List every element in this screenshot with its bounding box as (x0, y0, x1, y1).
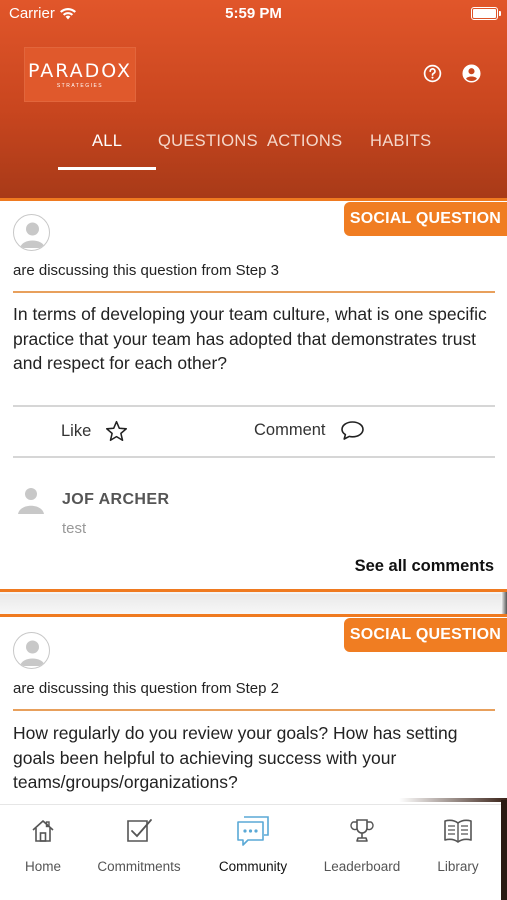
edge-shadow (501, 592, 507, 614)
nav-home-label: Home (24, 859, 61, 874)
avatar (13, 214, 50, 251)
tab-habits[interactable]: HABITS (370, 132, 431, 151)
post-card: SOCIAL QUESTION are discussing this ques… (0, 614, 507, 804)
question-text: How regularly do you review your goals? … (13, 723, 458, 792)
edge-shadow (399, 798, 507, 802)
tab-all[interactable]: ALL (92, 132, 122, 151)
divider (13, 709, 495, 711)
divider (13, 456, 495, 458)
bottom-navigation: Home Commitments Community Leaderboard L… (0, 804, 507, 900)
filter-tabs: ALL QUESTIONS ACTIONS HABITS (0, 132, 507, 172)
speech-bubble-icon (340, 421, 364, 440)
social-question-badge: SOCIAL QUESTION (343, 618, 507, 652)
book-icon (443, 815, 473, 847)
like-button[interactable]: Like (61, 420, 128, 442)
logo-text: PARADOX (27, 60, 133, 82)
chat-bubbles-icon (236, 815, 270, 847)
divider (13, 291, 495, 293)
tab-questions[interactable]: QUESTIONS (158, 132, 258, 151)
app-header: Carrier 5:59 PM PARADOX STRATEGIES ALL Q… (0, 0, 507, 198)
edge-shadow (501, 800, 507, 900)
nav-leaderboard-label: Leaderboard (323, 859, 401, 874)
divider (13, 405, 495, 407)
status-bar: Carrier 5:59 PM (0, 0, 507, 28)
nav-library[interactable]: Library (403, 805, 507, 874)
clock: 5:59 PM (225, 5, 282, 22)
nav-commitments-label: Commitments (97, 859, 181, 874)
tab-actions[interactable]: ACTIONS (267, 132, 342, 151)
battery-icon (471, 7, 501, 20)
trophy-icon (349, 815, 375, 847)
see-all-comments-link[interactable]: See all comments (355, 557, 494, 576)
commenter-avatar (16, 485, 46, 515)
brand-logo: PARADOX STRATEGIES (24, 47, 136, 102)
nav-commitments[interactable]: Commitments (84, 805, 194, 874)
like-label: Like (61, 421, 92, 440)
comment-text: test (62, 520, 87, 536)
comment-label: Comment (254, 421, 326, 439)
post-card: SOCIAL QUESTION are discussing this ques… (0, 198, 507, 592)
question-text: In terms of developing your team culture… (13, 304, 487, 373)
active-tab-indicator (58, 167, 156, 170)
home-icon (30, 815, 56, 847)
nav-community-label: Community (218, 859, 288, 874)
comment-button[interactable]: Comment (254, 420, 365, 441)
nav-library-label: Library (437, 859, 479, 874)
nav-community[interactable]: Community (198, 805, 308, 874)
commenter-name: JOF ARCHER (62, 491, 170, 508)
account-icon[interactable] (462, 64, 481, 83)
nav-leaderboard[interactable]: Leaderboard (307, 805, 417, 874)
help-icon[interactable] (423, 64, 442, 83)
discussing-label: are discussing this question from Step 3 (13, 262, 279, 279)
avatar (13, 632, 50, 669)
checklist-icon (125, 815, 153, 847)
star-icon (106, 420, 128, 442)
social-question-badge: SOCIAL QUESTION (343, 202, 507, 236)
card-separator (0, 594, 507, 614)
logo-subtext: STRATEGIES (56, 83, 104, 89)
discussing-label: are discussing this question from Step 2 (13, 680, 279, 697)
